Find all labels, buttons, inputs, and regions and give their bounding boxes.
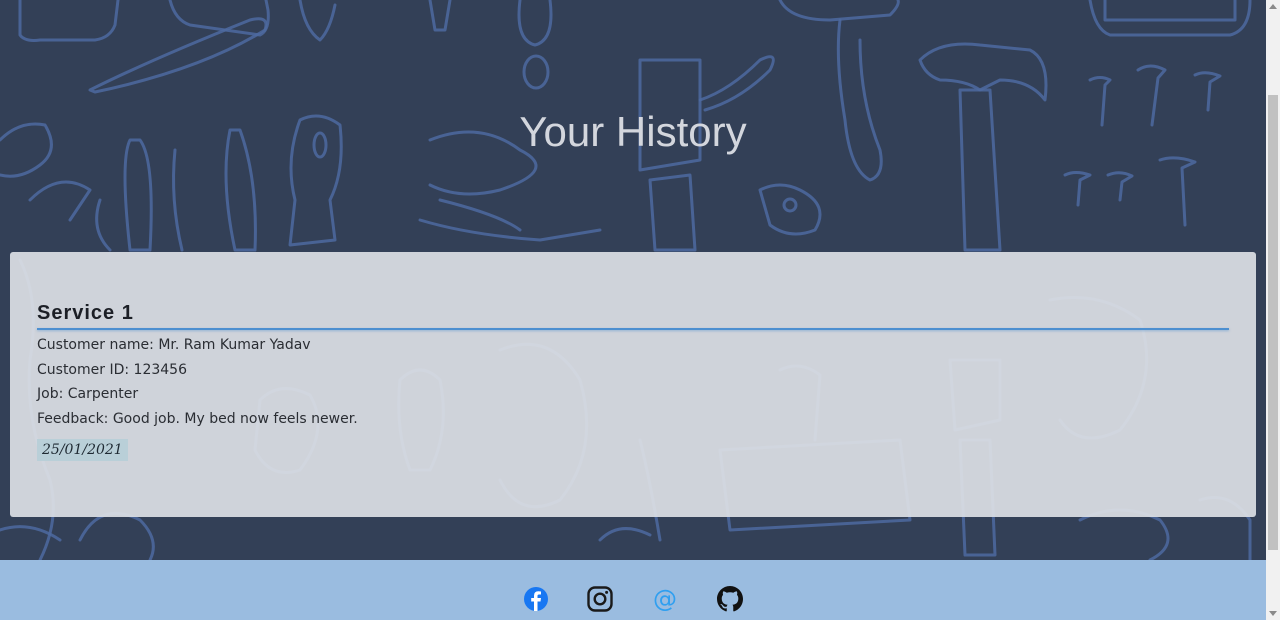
feedback-text: Feedback: Good job. My bed now feels new… — [37, 411, 358, 427]
page: Your History Service 1 Customer name: Mr… — [0, 0, 1280, 620]
at-icon[interactable]: @ — [650, 584, 680, 614]
job-type: Job: Carpenter — [37, 386, 139, 402]
scrollbar-thumb[interactable] — [1268, 95, 1278, 550]
scroll-down-icon[interactable] — [1269, 611, 1277, 616]
service-title: Service 1 — [37, 302, 134, 324]
vertical-scrollbar[interactable] — [1266, 0, 1280, 620]
customer-name: Customer name: Mr. Ram Kumar Yadav — [37, 337, 311, 353]
github-icon[interactable] — [715, 584, 745, 614]
title-divider — [37, 328, 1229, 330]
facebook-icon[interactable] — [521, 584, 551, 614]
customer-id: Customer ID: 123456 — [37, 362, 187, 378]
page-title: Your History — [519, 108, 747, 155]
footer — [0, 560, 1266, 620]
service-history-card: Service 1 Customer name: Mr. Ram Kumar Y… — [10, 252, 1256, 517]
instagram-icon[interactable] — [585, 584, 615, 614]
service-date-badge: 25/01/2021 — [37, 439, 128, 461]
scroll-up-icon[interactable] — [1269, 4, 1277, 9]
